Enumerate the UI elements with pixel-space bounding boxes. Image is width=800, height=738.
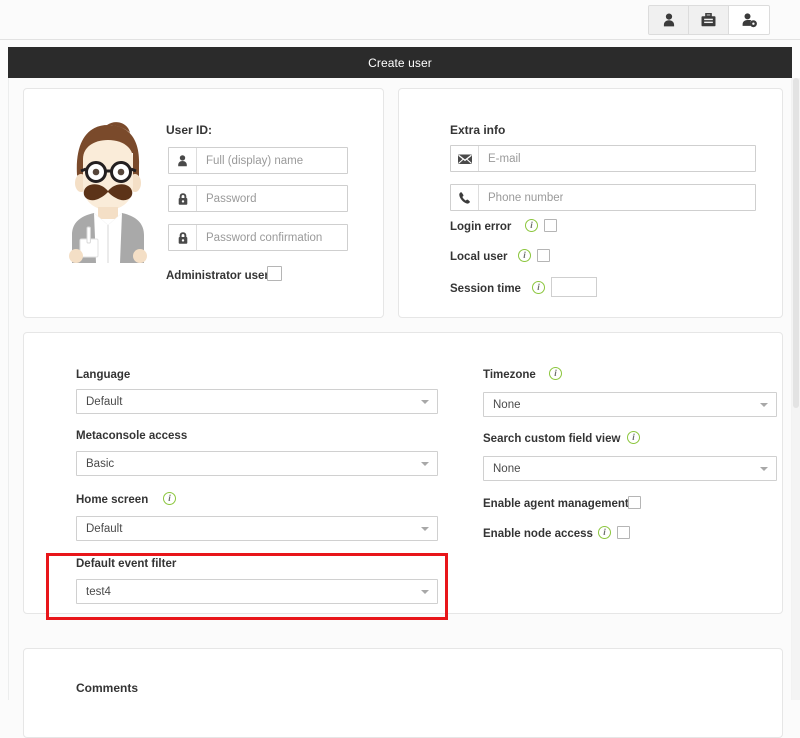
scrollbar-thumb[interactable] — [793, 78, 799, 408]
home-screen-info-icon[interactable]: i — [163, 492, 176, 505]
user-icon — [661, 12, 677, 29]
default-event-filter-select[interactable]: test4 — [76, 579, 438, 604]
default-event-filter-label: Default event filter — [76, 558, 177, 570]
config-card: Language Default Metaconsole access Basi… — [23, 332, 783, 614]
login-error-checkbox[interactable] — [544, 219, 557, 232]
chevron-down-icon — [421, 526, 429, 531]
search-custom-field-view-value: None — [493, 462, 521, 475]
timezone-value: None — [493, 398, 521, 411]
tab-user[interactable] — [649, 6, 689, 34]
chevron-down-icon — [421, 589, 429, 594]
language-value: Default — [86, 395, 123, 408]
envelope-icon — [451, 146, 479, 171]
email-input[interactable]: E-mail — [450, 145, 756, 172]
search-custom-field-view-label: Search custom field view — [483, 433, 621, 445]
lock-icon — [169, 225, 197, 250]
phone-icon — [451, 185, 479, 210]
enable-node-access-checkbox[interactable] — [617, 526, 630, 539]
user-id-title: User ID: — [166, 123, 213, 137]
local-user-info-icon[interactable]: i — [518, 249, 531, 262]
phone-input[interactable]: Phone number — [450, 184, 756, 211]
top-tab-bar — [0, 0, 800, 40]
session-time-input[interactable] — [551, 277, 597, 297]
language-select[interactable]: Default — [76, 389, 438, 414]
tab-user-management[interactable] — [729, 6, 769, 34]
home-screen-select[interactable]: Default — [76, 516, 438, 541]
extra-info-card: Extra info E-mail Phone number Login err… — [398, 88, 783, 318]
chevron-down-icon — [760, 402, 768, 407]
metaconsole-access-value: Basic — [86, 457, 115, 470]
user-settings-icon — [740, 12, 758, 29]
search-custom-field-view-info-icon[interactable]: i — [627, 431, 640, 444]
chevron-down-icon — [760, 466, 768, 471]
extra-info-title: Extra info — [450, 123, 506, 137]
enable-node-access-info-icon[interactable]: i — [598, 526, 611, 539]
search-custom-field-view-select[interactable]: None — [483, 456, 777, 481]
user-icon — [169, 148, 197, 173]
session-time-info-icon[interactable]: i — [532, 281, 545, 294]
default-event-filter-value: test4 — [86, 585, 111, 598]
page-title: Create user — [8, 47, 792, 78]
enable-agent-management-checkbox[interactable] — [628, 496, 641, 509]
metaconsole-access-select[interactable]: Basic — [76, 451, 438, 476]
password-input[interactable]: Password — [168, 185, 348, 212]
enable-agent-management-label: Enable agent management — [483, 498, 629, 510]
tab-profile[interactable] — [689, 6, 729, 34]
home-screen-value: Default — [86, 522, 123, 535]
local-user-label: Local user — [450, 251, 508, 263]
login-error-label: Login error — [450, 221, 512, 233]
metaconsole-access-label: Metaconsole access — [76, 430, 188, 442]
timezone-label: Timezone — [483, 369, 536, 381]
home-screen-label: Home screen — [76, 494, 149, 506]
timezone-info-icon[interactable]: i — [549, 367, 562, 380]
email-placeholder: E-mail — [488, 152, 521, 165]
tab-group — [648, 5, 770, 35]
full-name-placeholder: Full (display) name — [206, 154, 304, 167]
administrator-user-label: Administrator user — [166, 270, 269, 282]
lock-icon — [169, 186, 197, 211]
full-name-input[interactable]: Full (display) name — [168, 147, 348, 174]
local-user-checkbox[interactable] — [537, 249, 550, 262]
comments-card: Comments — [23, 648, 783, 738]
user-id-card: User ID: Full (display) name Password Pa… — [23, 88, 384, 318]
page-body: User ID: Full (display) name Password Pa… — [8, 78, 792, 738]
briefcase-icon — [700, 12, 717, 29]
language-label: Language — [76, 369, 131, 381]
password-confirmation-placeholder: Password confirmation — [206, 231, 323, 244]
administrator-user-checkbox[interactable] — [267, 266, 282, 281]
chevron-down-icon — [421, 399, 429, 404]
comments-title: Comments — [76, 681, 139, 695]
chevron-down-icon — [421, 461, 429, 466]
timezone-select[interactable]: None — [483, 392, 777, 417]
password-confirmation-input[interactable]: Password confirmation — [168, 224, 348, 251]
phone-placeholder: Phone number — [488, 191, 564, 204]
avatar — [50, 113, 162, 263]
password-placeholder: Password — [206, 192, 257, 205]
enable-node-access-label: Enable node access — [483, 528, 593, 540]
login-error-info-icon[interactable]: i — [525, 219, 538, 232]
session-time-label: Session time — [450, 283, 521, 295]
